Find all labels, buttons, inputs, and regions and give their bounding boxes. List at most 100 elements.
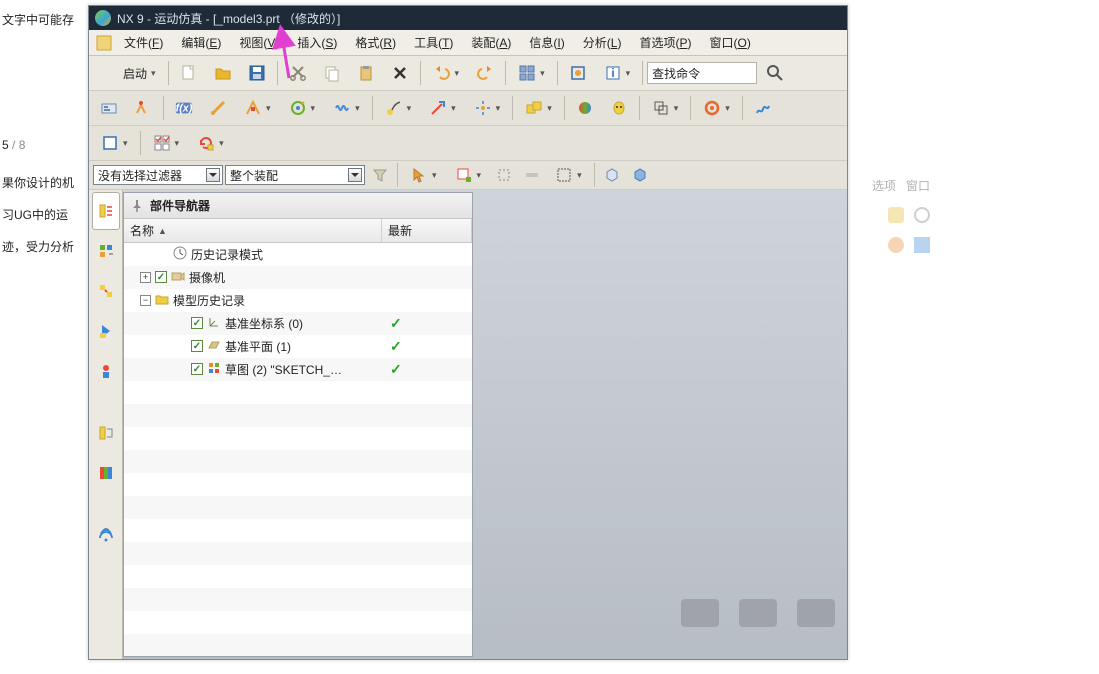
visibility-checkbox[interactable] bbox=[155, 271, 167, 283]
column-name[interactable]: 名称▲ bbox=[124, 219, 382, 242]
menu-p[interactable]: 首选项(P) bbox=[630, 31, 700, 54]
graphics-viewport[interactable] bbox=[475, 190, 847, 659]
save-button[interactable] bbox=[241, 58, 273, 88]
new-button[interactable] bbox=[173, 58, 205, 88]
box1-button[interactable] bbox=[599, 163, 625, 187]
solve-button[interactable]: ▾ bbox=[695, 93, 738, 123]
command-search[interactable]: 查找命令 bbox=[647, 62, 757, 84]
tree-label: 摄像机 bbox=[189, 269, 225, 286]
menu-e[interactable]: 编辑(E) bbox=[172, 31, 230, 54]
tree-row[interactable]: + 摄像机 bbox=[124, 266, 472, 289]
tree-row[interactable]: 历史记录模式 bbox=[124, 243, 472, 266]
cut-button[interactable] bbox=[282, 58, 314, 88]
refresh-button[interactable]: ▾ bbox=[189, 128, 232, 158]
tree-row[interactable]: − 模型历史记录 bbox=[124, 289, 472, 312]
titlebar[interactable]: NX 9 - 运动仿真 - [_model3.prt （修改的）] bbox=[89, 6, 847, 30]
menu-s[interactable]: 插入(S) bbox=[288, 31, 346, 54]
tree-row[interactable]: 草图 (2) "SKETCH_…✓ bbox=[124, 358, 472, 381]
paste-button[interactable] bbox=[350, 58, 382, 88]
open-button[interactable] bbox=[207, 58, 239, 88]
svg-text:i: i bbox=[611, 66, 614, 80]
constraint-button[interactable]: ▾ bbox=[236, 93, 279, 123]
color-button[interactable] bbox=[569, 93, 601, 123]
spring-button[interactable]: ▾ bbox=[325, 93, 368, 123]
camera-icon bbox=[171, 269, 185, 286]
part-navigator-tab[interactable] bbox=[92, 192, 120, 230]
driver-button[interactable]: ▾ bbox=[281, 93, 324, 123]
delete-button[interactable] bbox=[384, 58, 416, 88]
undo-button[interactable]: ▾ bbox=[425, 58, 468, 88]
sketch-icon bbox=[207, 361, 221, 378]
start-button[interactable]: 启动 ▾ bbox=[93, 58, 164, 88]
uptodate-icon: ✓ bbox=[390, 315, 402, 332]
opt2-button[interactable] bbox=[519, 163, 545, 187]
column-latest[interactable]: 最新 bbox=[382, 219, 472, 242]
menu-l[interactable]: 分析(L) bbox=[574, 31, 631, 54]
opt1-button[interactable] bbox=[491, 163, 517, 187]
uptodate-icon: ✓ bbox=[390, 338, 402, 355]
fx-button[interactable]: f(x) bbox=[168, 93, 200, 123]
pin-icon[interactable] bbox=[130, 199, 144, 213]
force-button[interactable]: ▾ bbox=[421, 93, 464, 123]
background-window: 选项窗口 bbox=[850, 170, 940, 430]
box2-button[interactable] bbox=[627, 163, 653, 187]
menu-i[interactable]: 信息(I) bbox=[520, 31, 573, 54]
expand-toggle[interactable]: − bbox=[140, 295, 151, 306]
contact-button[interactable]: ▾ bbox=[517, 93, 560, 123]
touch-button[interactable] bbox=[562, 58, 594, 88]
check-grid-button[interactable]: ▾ bbox=[145, 128, 188, 158]
menu-a[interactable]: 装配(A) bbox=[462, 31, 520, 54]
menu-corner-icon[interactable] bbox=[93, 34, 115, 52]
chevron-down-icon[interactable] bbox=[348, 168, 362, 182]
copy-button[interactable] bbox=[316, 58, 348, 88]
assembly-combo[interactable]: 整个装配 bbox=[225, 165, 365, 185]
filter-icon-button[interactable] bbox=[367, 163, 393, 187]
page-indicator: 5 / 8 bbox=[2, 126, 90, 161]
menu-o[interactable]: 窗口(O) bbox=[700, 31, 759, 54]
reuse-library-tab[interactable] bbox=[92, 312, 120, 350]
part-navigator-panel: 部件导航器 名称▲ 最新 历史记录模式+摄像机−模型历史记录基准坐标系 (0)✓… bbox=[123, 192, 473, 657]
info-button[interactable]: i▾ bbox=[596, 58, 639, 88]
visibility-checkbox[interactable] bbox=[191, 340, 203, 352]
menu-v[interactable]: 视图(V) bbox=[230, 31, 288, 54]
menu-f[interactable]: 文件(F) bbox=[115, 31, 172, 54]
expand-toggle[interactable]: + bbox=[140, 272, 151, 283]
csys-icon bbox=[207, 315, 221, 332]
svg-text:f(x): f(x) bbox=[176, 103, 193, 115]
history-tab[interactable] bbox=[92, 414, 120, 452]
pick-arrow-button[interactable]: ▾ bbox=[402, 163, 445, 187]
redo-button[interactable] bbox=[469, 58, 501, 88]
marker-button[interactable]: ▾ bbox=[377, 93, 420, 123]
copy-geom-button[interactable]: ▾ bbox=[644, 93, 687, 123]
link-button[interactable] bbox=[127, 93, 159, 123]
chevron-down-icon[interactable] bbox=[206, 168, 220, 182]
pick-add-button[interactable]: ▾ bbox=[447, 163, 490, 187]
simulation-button[interactable] bbox=[93, 93, 125, 123]
assembly-navigator-tab[interactable] bbox=[92, 232, 120, 270]
graph-button[interactable] bbox=[747, 93, 779, 123]
clock-icon bbox=[173, 246, 187, 263]
navigator-tree[interactable]: 历史记录模式 + 摄像机 − 模型历史记录基准坐标系 (0)✓基准平面 (1)✓草图 (… bbox=[124, 243, 472, 656]
search-go-button[interactable] bbox=[759, 58, 791, 88]
background-article: 文字中可能存 5 / 8 果你设计的机 习UG中的运 迹，受力分析 bbox=[0, 0, 90, 263]
visibility-checkbox[interactable] bbox=[191, 363, 203, 375]
tree-row[interactable]: 基准坐标系 (0)✓ bbox=[124, 312, 472, 335]
rect-select-button[interactable]: ▾ bbox=[93, 128, 136, 158]
grid-view-button[interactable]: ▾ bbox=[510, 58, 553, 88]
sensor-button[interactable]: ▾ bbox=[466, 93, 509, 123]
filter-combo[interactable]: 没有选择过滤器 bbox=[93, 165, 223, 185]
navigator-columns[interactable]: 名称▲ 最新 bbox=[124, 219, 472, 243]
joint-button[interactable] bbox=[202, 93, 234, 123]
menu-t[interactable]: 工具(T) bbox=[405, 31, 462, 54]
uptodate-icon: ✓ bbox=[390, 361, 402, 378]
roles-tab[interactable] bbox=[92, 454, 120, 492]
marquee-button[interactable]: ▾ bbox=[547, 163, 590, 187]
visibility-checkbox[interactable] bbox=[191, 317, 203, 329]
constraint-navigator-tab[interactable] bbox=[92, 272, 120, 310]
web-tab[interactable] bbox=[92, 516, 120, 554]
tree-label: 模型历史记录 bbox=[173, 292, 245, 309]
animate-button[interactable] bbox=[603, 93, 635, 123]
hd3d-tab[interactable] bbox=[92, 352, 120, 390]
tree-row[interactable]: 基准平面 (1)✓ bbox=[124, 335, 472, 358]
menu-r[interactable]: 格式(R) bbox=[346, 31, 405, 54]
